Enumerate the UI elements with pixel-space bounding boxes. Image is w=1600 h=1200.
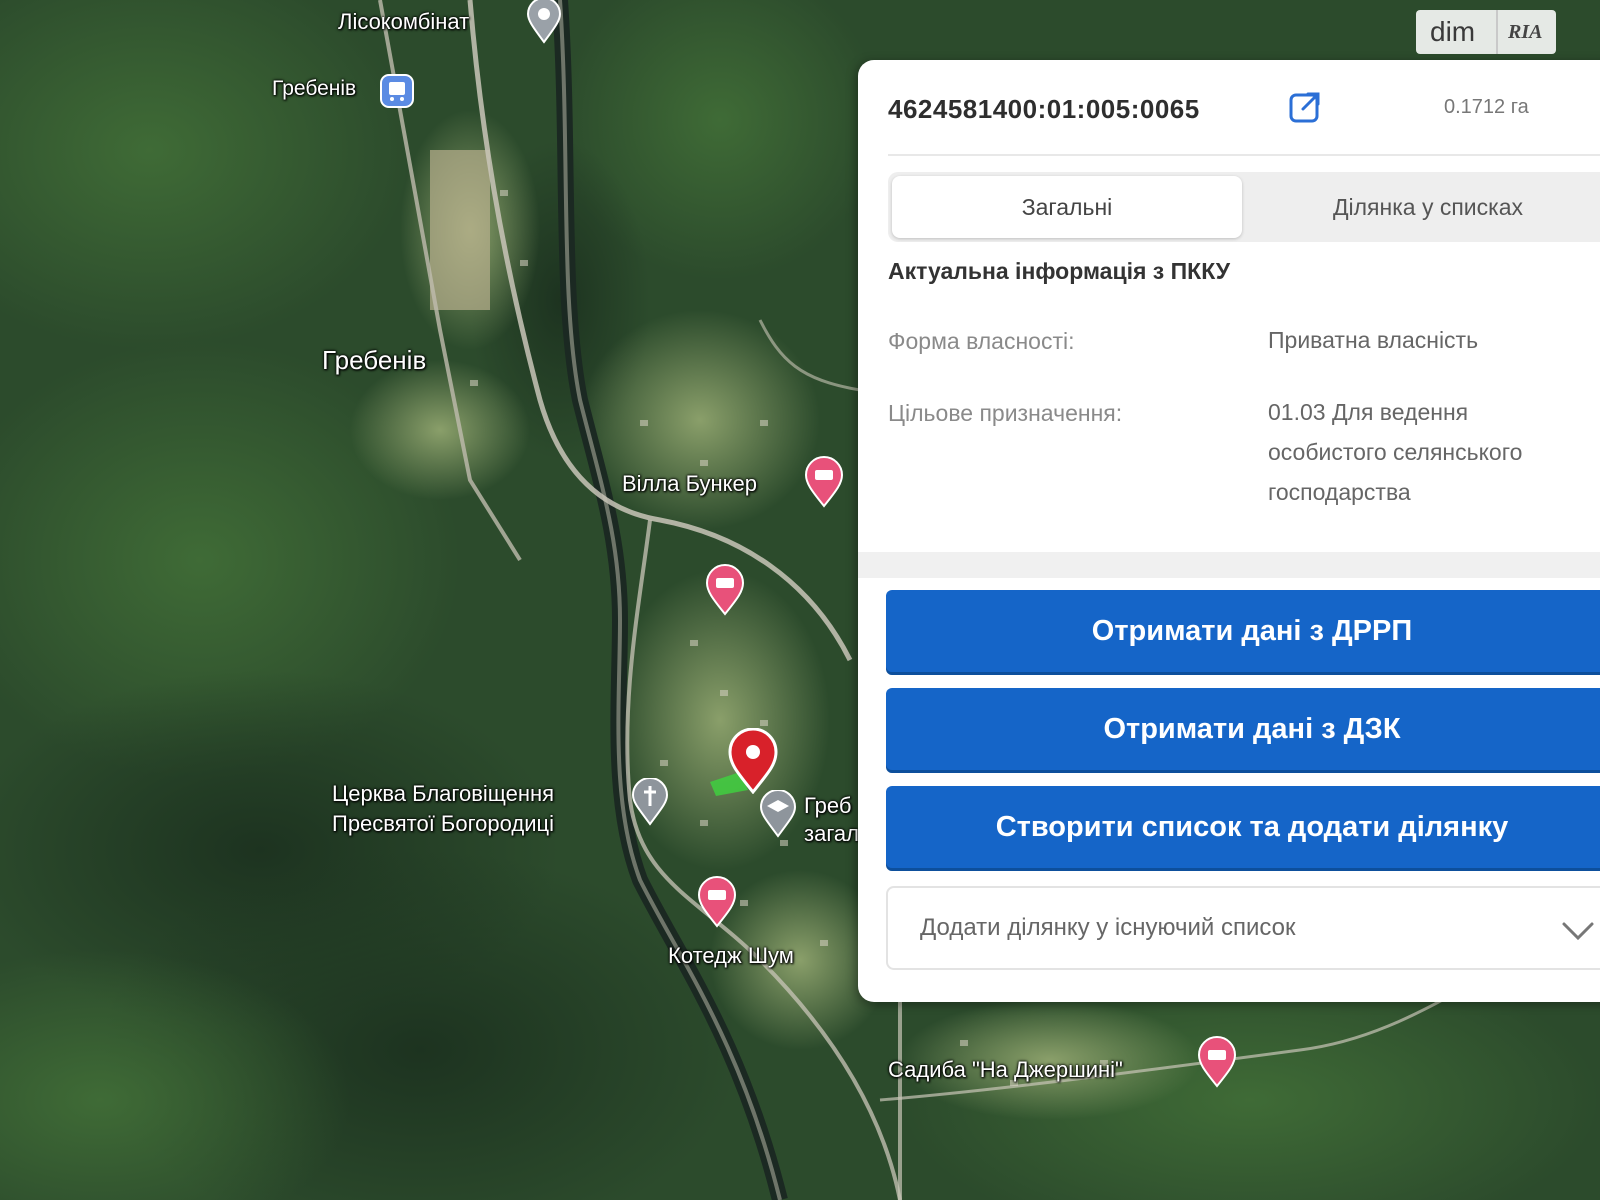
label-cottage: Котедж Шум — [668, 943, 794, 968]
label-hrebeniv-village: Гребенів — [322, 345, 427, 375]
hotel-pin-icon[interactable] — [704, 564, 746, 616]
chevron-down-icon[interactable] — [1558, 910, 1598, 950]
tab-parcel-in-lists[interactable]: Ділянка у списках — [1248, 172, 1600, 242]
watermark-logo: dim RIA — [1416, 10, 1556, 54]
panel-header: 4624581400:01:005:0065 0.1712 га — [888, 88, 1600, 138]
hotel-pin-icon[interactable] — [803, 456, 845, 508]
purpose-value-line3: господарства — [1268, 479, 1411, 505]
tab-bar: Загальні Ділянка у списках — [888, 172, 1600, 242]
ownership-value: Приватна власність — [1268, 327, 1479, 353]
selected-location-pin-icon[interactable] — [726, 728, 780, 794]
parcel-area: 0.1712 га — [1444, 96, 1529, 118]
watermark-ria: RIA — [1508, 20, 1543, 43]
label-cemetery-line1: Греб — [804, 793, 852, 818]
school-pin-icon[interactable] — [758, 790, 798, 838]
purpose-value-line1: 01.03 Для ведення — [1268, 399, 1469, 425]
existing-list-select-placeholder: Додати ділянку у існуючий список — [920, 914, 1296, 941]
label-cemetery-line2: загал — [804, 821, 859, 846]
label-villa-bunker: Вілла Бункер — [622, 471, 758, 496]
get-dzk-data-button[interactable]: Отримати дані з ДЗК — [886, 688, 1600, 770]
label-church-line1: Церква Благовіщення — [332, 781, 555, 806]
watermark-dim: dim — [1430, 16, 1476, 47]
hotel-pin-icon[interactable] — [1196, 1036, 1238, 1088]
create-list-add-parcel-button[interactable]: Створити список та додати ділянку — [886, 786, 1600, 868]
tab-general[interactable]: Загальні — [892, 176, 1242, 238]
section-separator — [858, 552, 1600, 578]
label-sadyba: Садиба "На Джершині" — [888, 1057, 1123, 1082]
parcel-info-panel: 4624581400:01:005:0065 0.1712 га Загальн… — [858, 60, 1600, 1002]
hotel-pin-icon[interactable] — [696, 876, 738, 928]
get-drrp-data-button[interactable]: Отримати дані з ДРРП — [886, 590, 1600, 672]
church-pin-icon[interactable] — [630, 778, 670, 826]
cadastral-number: 4624581400:01:005:0065 — [888, 94, 1200, 124]
bus-stop-icon[interactable] — [380, 74, 414, 108]
purpose-label: Цільове призначення: — [888, 400, 1123, 426]
header-divider — [888, 154, 1600, 156]
existing-list-select[interactable]: Додати ділянку у існуючий список — [886, 886, 1600, 970]
external-link-icon[interactable] — [1286, 88, 1324, 126]
poi-pin-gray-icon[interactable] — [524, 0, 564, 44]
section-title: Актуальна інформація з ПККУ — [888, 258, 1231, 284]
purpose-value-line2: особистого селянського — [1268, 439, 1523, 465]
label-church-line2: Пресвятої Богородиці — [332, 811, 554, 836]
label-lisokombinat: Лісокомбінат — [338, 9, 470, 34]
label-hrebeniv-station: Гребенів — [272, 77, 357, 100]
close-icon[interactable] — [1594, 88, 1600, 128]
ownership-label: Форма власності: — [888, 328, 1075, 354]
